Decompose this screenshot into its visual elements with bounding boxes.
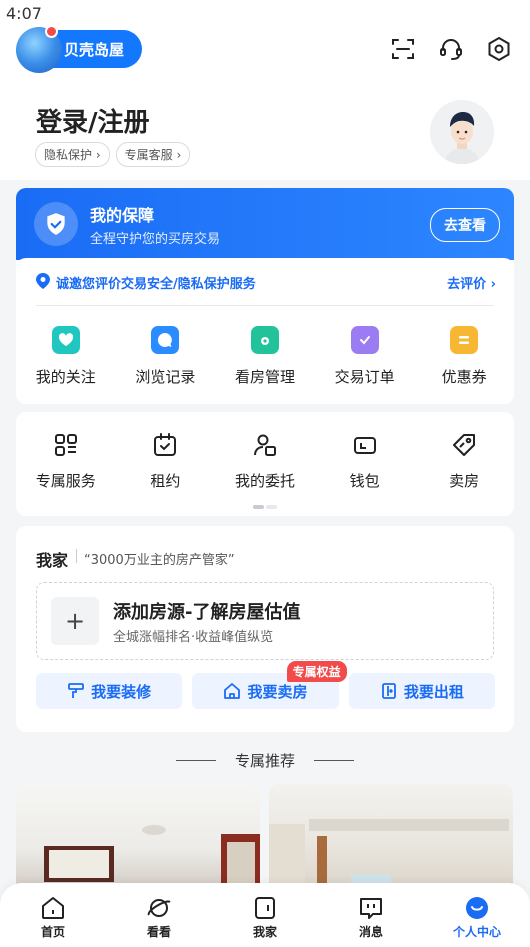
- invite-review-text: 诚邀您评价交易安全/隐私保护服务: [56, 277, 256, 292]
- add-property-subtitle: 全城涨幅排名·收益峰值纵览: [113, 630, 274, 645]
- rent-out-button[interactable]: 我要出租: [348, 673, 495, 709]
- action-label: 我要装修: [91, 682, 152, 701]
- sell-house-button[interactable]: 我要卖房 专属权益: [192, 661, 347, 709]
- guarantee-title: 我的保障: [90, 206, 155, 225]
- home-icon: [42, 897, 64, 919]
- login-register-link[interactable]: 登录/注册: [36, 102, 150, 139]
- exclusive-badge: 专属权益: [286, 661, 347, 682]
- avatar[interactable]: [430, 100, 494, 164]
- tab-label: 首页: [40, 925, 65, 939]
- my-home-icon: [255, 897, 275, 919]
- services-card: 专属服务 租约 我的委托 钱包 卖房: [16, 412, 514, 516]
- privacy-pill[interactable]: 隐私保护 ›: [35, 142, 110, 167]
- recommend-title: 专属推荐: [234, 752, 295, 770]
- tab-label: 我家: [252, 925, 277, 939]
- coupon-icon: [450, 326, 479, 354]
- chat-icon: [151, 326, 180, 354]
- invite-review-bar[interactable]: 诚邀您评价交易安全/隐私保护服务 去评价 ›: [16, 258, 514, 306]
- services-grid: 专属服务 租约 我的委托 钱包 卖房: [16, 432, 514, 491]
- action-label: 我要出租: [403, 682, 464, 701]
- calendar-check-icon: [154, 433, 177, 456]
- service-label: 我的委托: [234, 472, 295, 490]
- grid-item-favorites[interactable]: 我的关注: [21, 326, 111, 387]
- service-label: 钱包: [349, 472, 380, 490]
- user-avatar-icon: [430, 100, 494, 164]
- tab-label: 消息: [358, 925, 383, 939]
- clipboard-icon: [350, 326, 379, 354]
- service-item-lease[interactable]: 租约: [120, 432, 210, 491]
- tag-icon: [453, 434, 476, 456]
- door-icon: [381, 683, 396, 699]
- paint-roller-icon: [68, 683, 85, 698]
- divider: [314, 760, 354, 761]
- service-label: 卖房: [449, 472, 480, 490]
- folder-icon: [250, 326, 279, 354]
- tab-home[interactable]: 首页: [13, 895, 93, 940]
- brand-name: 贝壳岛屋: [64, 40, 125, 59]
- action-label: 我要卖房: [247, 682, 308, 701]
- grid-item-viewing[interactable]: 看房管理: [220, 326, 310, 387]
- view-guarantee-button[interactable]: 去查看: [430, 208, 500, 242]
- grid-item-label: 浏览记录: [135, 368, 196, 386]
- message-icon: [360, 898, 382, 919]
- page-dot: [266, 505, 277, 509]
- top-icon-group: [390, 36, 512, 62]
- top-header: 4:07 贝壳岛屋 登录/注册 隐私保护 › 专属客服 ›: [0, 0, 530, 180]
- grid-icon: [54, 434, 77, 456]
- island-logo-icon: [16, 25, 62, 73]
- home-actions: 我要装修 我要卖房 专属权益 我要出租: [36, 661, 495, 709]
- settings-icon[interactable]: [486, 36, 512, 62]
- guarantee-card: 我的保障 全程守护您的买房交易 去查看 诚邀您评价交易安全/隐私保护服务 去评价…: [16, 188, 514, 404]
- grid-item-label: 看房管理: [234, 368, 295, 386]
- page-indicator: [253, 505, 277, 509]
- planet-icon: [147, 899, 171, 917]
- go-review-link[interactable]: 去评价 ›: [447, 273, 496, 292]
- my-home-card: 我家 “3000万业主的房产管家” + 添加房源-了解房屋估值 全城涨幅排名·收…: [16, 526, 514, 732]
- grid-item-label: 优惠券: [441, 368, 487, 386]
- guarantee-header: 我的保障 全程守护您的买房交易 去查看: [16, 188, 514, 260]
- smile-icon: [466, 897, 488, 919]
- heart-icon: [51, 326, 80, 354]
- service-label: 租约: [150, 472, 181, 490]
- renovate-button[interactable]: 我要装修: [36, 673, 183, 709]
- service-item-exclusive[interactable]: 专属服务: [21, 432, 111, 491]
- tab-label: 看看: [146, 925, 171, 939]
- grid-item-orders[interactable]: 交易订单: [320, 326, 410, 387]
- add-property-title: 添加房源-了解房屋估值: [113, 602, 301, 623]
- my-home-quote: “3000万业主的房产管家”: [84, 553, 235, 568]
- page-dot-active: [253, 505, 264, 509]
- tab-explore[interactable]: 看看: [119, 895, 199, 940]
- tab-messages[interactable]: 消息: [331, 895, 411, 940]
- quick-grid: 我的关注 浏览记录 看房管理 交易订单 优惠券: [16, 326, 514, 387]
- tab-profile[interactable]: 个人中心: [437, 895, 517, 940]
- house-icon: [224, 683, 241, 699]
- status-time: 4:07: [6, 4, 42, 23]
- divider: [36, 305, 494, 306]
- tab-label: 个人中心: [452, 925, 501, 939]
- service-label: 专属服务: [35, 472, 96, 490]
- grid-item-coupons[interactable]: 优惠券: [419, 326, 509, 387]
- service-item-entrust[interactable]: 我的委托: [220, 432, 310, 491]
- grid-item-label: 交易订单: [334, 368, 395, 386]
- guarantee-subtitle: 全程守护您的买房交易: [90, 232, 221, 247]
- service-item-wallet[interactable]: 钱包: [320, 432, 410, 491]
- location-shield-icon: [36, 273, 50, 289]
- grid-item-history[interactable]: 浏览记录: [120, 326, 210, 387]
- tab-my-home[interactable]: 我家: [225, 895, 305, 940]
- header-pills: 隐私保护 › 专属客服 ›: [35, 142, 191, 167]
- service-pill[interactable]: 专属客服 ›: [115, 142, 191, 167]
- headset-icon[interactable]: [438, 36, 464, 62]
- add-property-box[interactable]: + 添加房源-了解房屋估值 全城涨幅排名·收益峰值纵览: [36, 582, 494, 660]
- plus-icon: +: [51, 597, 99, 645]
- service-item-sell[interactable]: 卖房: [419, 432, 509, 491]
- wallet-icon: [353, 437, 376, 454]
- divider: [76, 549, 77, 563]
- shield-icon: [34, 202, 78, 246]
- grid-item-label: 我的关注: [35, 368, 96, 386]
- my-home-title: 我家: [36, 551, 69, 570]
- scan-icon[interactable]: [390, 36, 416, 62]
- bottom-tab-bar: 首页 看看 我家 消息 个人中心: [0, 883, 530, 947]
- person-doc-icon: [253, 434, 276, 456]
- brand-logo[interactable]: 贝壳岛屋: [16, 25, 142, 73]
